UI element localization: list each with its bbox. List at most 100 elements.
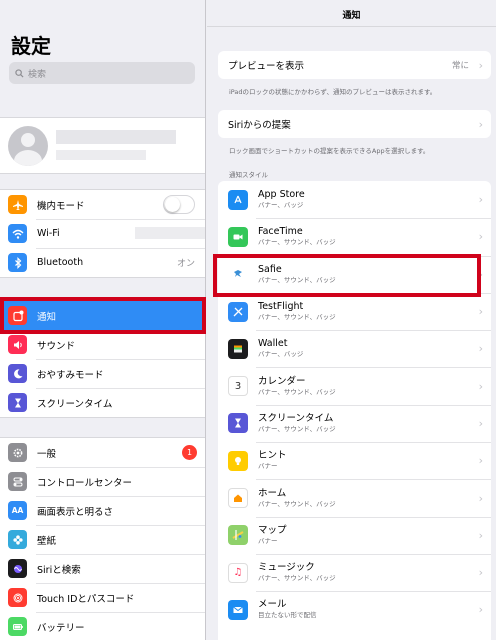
blurred-account-name: [56, 130, 176, 144]
app-row-testflight[interactable]: TestFlight バナー、サウンド、バッジ ›: [218, 292, 491, 330]
chevron-right-icon: ›: [478, 603, 483, 617]
preview-footnote: iPadのロックの状態にかかわらず、通知のプレビューは表示されます。: [229, 88, 437, 96]
app-name: TestFlight: [258, 301, 304, 313]
app-alert-style: バナー、バッジ: [258, 201, 304, 210]
siri-suggestions-cell[interactable]: Siriからの提案 ›: [218, 110, 491, 138]
app-alert-style: バナー: [258, 462, 278, 471]
sidebar-item-label: スクリーンタイム: [37, 398, 113, 410]
show-previews-value: 常に: [451, 61, 469, 71]
chevron-right-icon: ›: [478, 528, 483, 542]
sidebar-item-wifi[interactable]: Wi-Fi: [0, 219, 205, 248]
sidebar-item-wallpaper[interactable]: 壁紙: [0, 525, 205, 554]
sidebar-item-siri-search[interactable]: Siriと検索: [0, 554, 205, 583]
apple-id-profile[interactable]: [0, 117, 205, 174]
app-name: カレンダー: [258, 375, 306, 387]
nav-divider: [207, 26, 496, 27]
siri-suggestions-label: Siriからの提案: [228, 120, 291, 131]
sidebar-item-label: Siriと検索: [37, 564, 81, 576]
sidebar-item-label: バッテリー: [37, 622, 85, 634]
notifications-detail: 通知 プレビューを表示 常に › iPadのロックの状態にかかわらず、通知のプレ…: [207, 0, 496, 640]
app-row-tips[interactable]: ヒント バナー ›: [218, 442, 491, 479]
app-alert-style: バナー、バッジ: [258, 350, 304, 359]
sidebar-item-battery[interactable]: バッテリー: [0, 612, 205, 640]
avatar: [8, 126, 48, 166]
wallet-icon: [228, 338, 248, 359]
sidebar-item-screen-time[interactable]: スクリーンタイム: [0, 388, 205, 417]
testflight-icon: [228, 301, 248, 322]
app-row-screen-time[interactable]: スクリーンタイム バナー、サウンド、バッジ ›: [218, 404, 491, 442]
lightbulb-icon: [228, 450, 248, 471]
general-group: 一般 1 コントロールセンター AA 画面表示と明るさ 壁紙 Siriと検索 T…: [0, 437, 205, 640]
sidebar-item-general[interactable]: 一般 1: [0, 438, 205, 467]
app-row-maps[interactable]: マップ バナー ›: [218, 516, 491, 554]
app-row-app-store[interactable]: App Store バナー、バッジ ›: [218, 181, 491, 218]
app-row-music[interactable]: ♫ ミュージック バナー、サウンド、バッジ ›: [218, 553, 491, 591]
chevron-right-icon: ›: [478, 117, 483, 131]
app-name: Safie: [258, 263, 282, 275]
maps-icon: [228, 525, 248, 546]
sidebar-item-notifications[interactable]: 通知: [0, 301, 205, 330]
chevron-right-icon: ›: [478, 416, 483, 430]
battery-icon: [8, 617, 27, 636]
app-row-home[interactable]: ホーム バナー、サウンド、バッジ ›: [218, 479, 491, 516]
app-name: メール: [258, 599, 287, 611]
sidebar-item-label: Touch IDとパスコード: [37, 593, 135, 605]
gear-icon: [8, 443, 27, 462]
app-name: ホーム: [258, 487, 287, 499]
notification-group: 通知 サウンド おやすみモード スクリーンタイム: [0, 300, 205, 418]
search-placeholder: 検索: [28, 69, 47, 80]
sidebar-item-label: サウンド: [37, 340, 76, 352]
sidebar-item-label: Bluetooth: [37, 257, 84, 268]
blurred-wifi-network: [135, 227, 205, 239]
sidebar-item-label: コントロールセンター: [37, 477, 133, 489]
app-row-mail[interactable]: メール 目立たない形で配信 ›: [218, 591, 491, 628]
chevron-right-icon: ›: [478, 379, 483, 393]
sidebar-item-label: Wi-Fi: [37, 228, 60, 239]
search-icon: [15, 68, 24, 78]
app-alert-style: バナー、サウンド、バッジ: [258, 574, 336, 583]
text-size-icon: AA: [8, 501, 27, 520]
sidebar-item-sounds[interactable]: サウンド: [0, 330, 205, 359]
app-notification-list: App Store バナー、バッジ › FaceTime バナー、サウンド、バッジ …: [218, 181, 491, 640]
sidebar-item-airplane-mode[interactable]: 機内モード: [0, 190, 205, 219]
app-store-icon: [228, 189, 248, 210]
app-alert-style: バナー、サウンド、バッジ: [258, 499, 336, 508]
airplane-mode-toggle[interactable]: [163, 195, 195, 214]
fingerprint-icon: [8, 588, 27, 607]
sidebar-item-display-brightness[interactable]: AA 画面表示と明るさ: [0, 496, 205, 525]
blurred-account-detail: [56, 150, 146, 160]
sidebar-item-label: おやすみモード: [37, 369, 104, 381]
chevron-right-icon: ›: [478, 58, 483, 72]
app-alert-style: 目立たない形で配信: [258, 611, 317, 620]
sidebar-item-label: 通知: [37, 311, 57, 323]
app-name: Wallet: [258, 338, 288, 350]
sidebar-item-bluetooth[interactable]: Bluetooth オン: [0, 248, 205, 277]
show-previews-cell[interactable]: プレビューを表示 常に ›: [218, 51, 491, 79]
sidebar-item-label: 画面表示と明るさ: [37, 506, 114, 518]
sidebar-item-label: 一般: [37, 448, 57, 460]
section-header: 通知スタイル: [229, 171, 268, 179]
sidebar-item-label: 壁紙: [37, 535, 57, 547]
app-alert-style: バナー、サウンド、バッジ: [258, 387, 336, 396]
chevron-right-icon: ›: [478, 230, 483, 244]
app-row-facetime[interactable]: FaceTime バナー、サウンド、バッジ ›: [218, 218, 491, 255]
sidebar-title: 設定: [11, 34, 51, 58]
sidebar-item-control-center[interactable]: コントロールセンター: [0, 467, 205, 496]
sidebar-item-touch-id[interactable]: Touch IDとパスコード: [0, 583, 205, 612]
app-alert-style: バナー、サウンド、バッジ: [258, 275, 336, 284]
music-icon: ♫: [228, 562, 248, 583]
app-name: ヒント: [258, 450, 287, 462]
app-alert-style: バナー: [258, 536, 278, 545]
app-row-calendar[interactable]: 3 カレンダー バナー、サウンド、バッジ ›: [218, 367, 491, 404]
search-input[interactable]: 検索: [9, 62, 195, 84]
app-name: ミュージック: [258, 562, 315, 574]
show-previews-label: プレビューを表示: [228, 61, 305, 72]
sidebar-item-do-not-disturb[interactable]: おやすみモード: [0, 359, 205, 388]
bluetooth-icon: [8, 253, 27, 272]
facetime-icon: [228, 226, 248, 247]
page-title: 通知: [342, 11, 361, 21]
app-row-wallet[interactable]: Wallet バナー、バッジ ›: [218, 330, 491, 367]
app-row-safie[interactable]: Safie バナー、サウンド、バッジ ›: [218, 255, 491, 293]
home-icon: [228, 488, 248, 509]
app-name: FaceTime: [258, 226, 303, 238]
